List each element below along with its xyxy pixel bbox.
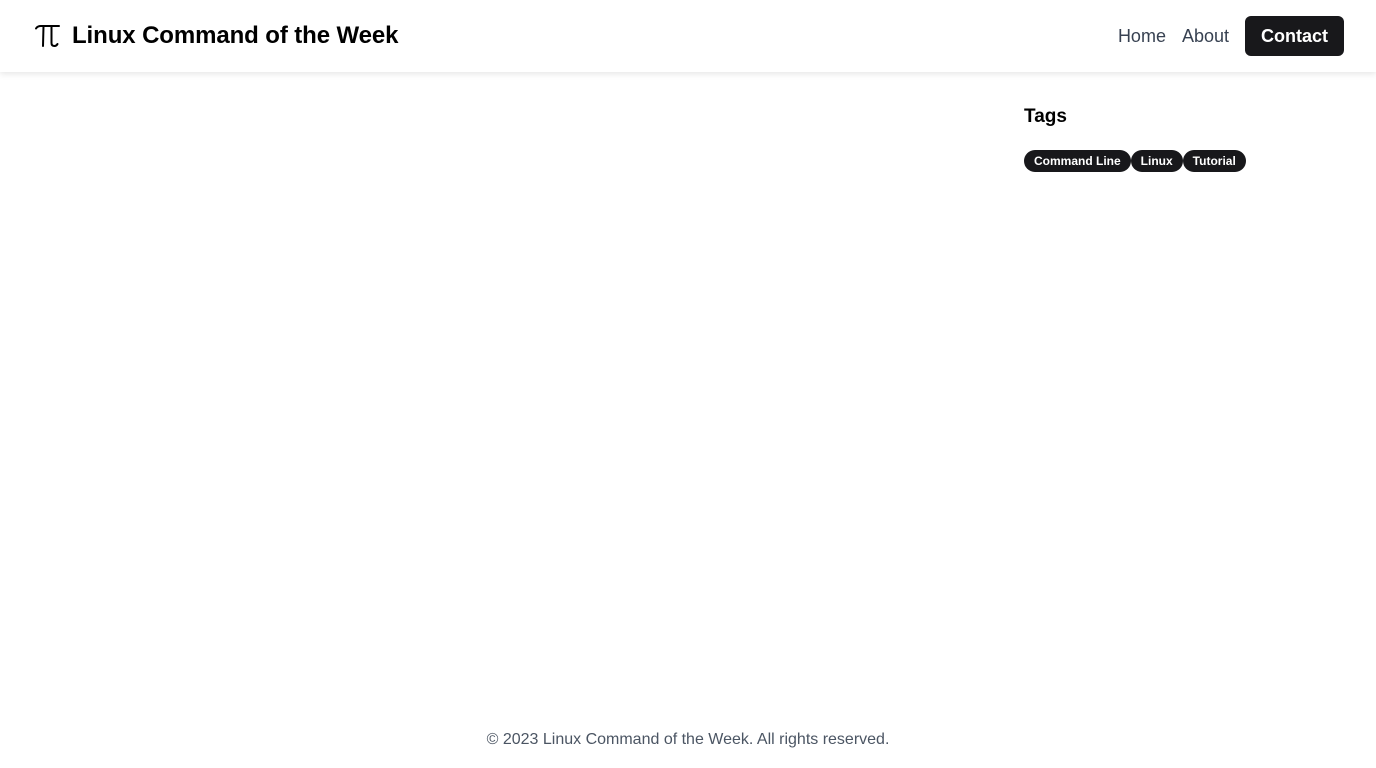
tag-tutorial[interactable]: Tutorial — [1182, 150, 1246, 172]
main-nav: Home About Contact — [1118, 16, 1344, 56]
pi-icon — [34, 22, 62, 50]
nav-home-link[interactable]: Home — [1118, 26, 1166, 47]
tag-linux[interactable]: Linux — [1130, 150, 1183, 172]
nav-about-link[interactable]: About — [1182, 26, 1229, 47]
tag-list: Command Line Linux Tutorial — [1024, 150, 1344, 172]
tag-command-line[interactable]: Command Line — [1024, 150, 1131, 172]
site-title: Linux Command of the Week — [72, 22, 399, 49]
contact-button[interactable]: Contact — [1245, 16, 1344, 56]
copyright-text: © 2023 Linux Command of the Week. All ri… — [486, 731, 890, 748]
tags-sidebar: Tags Command Line Linux Tutorial — [1024, 106, 1344, 172]
site-header: Linux Command of the Week Home About Con… — [0, 0, 1376, 72]
site-footer: © 2023 Linux Command of the Week. All ri… — [0, 722, 1376, 758]
tags-heading: Tags — [1024, 106, 1067, 127]
brand-link[interactable]: Linux Command of the Week — [34, 22, 399, 50]
main-content: Tags Command Line Linux Tutorial — [0, 72, 1376, 692]
